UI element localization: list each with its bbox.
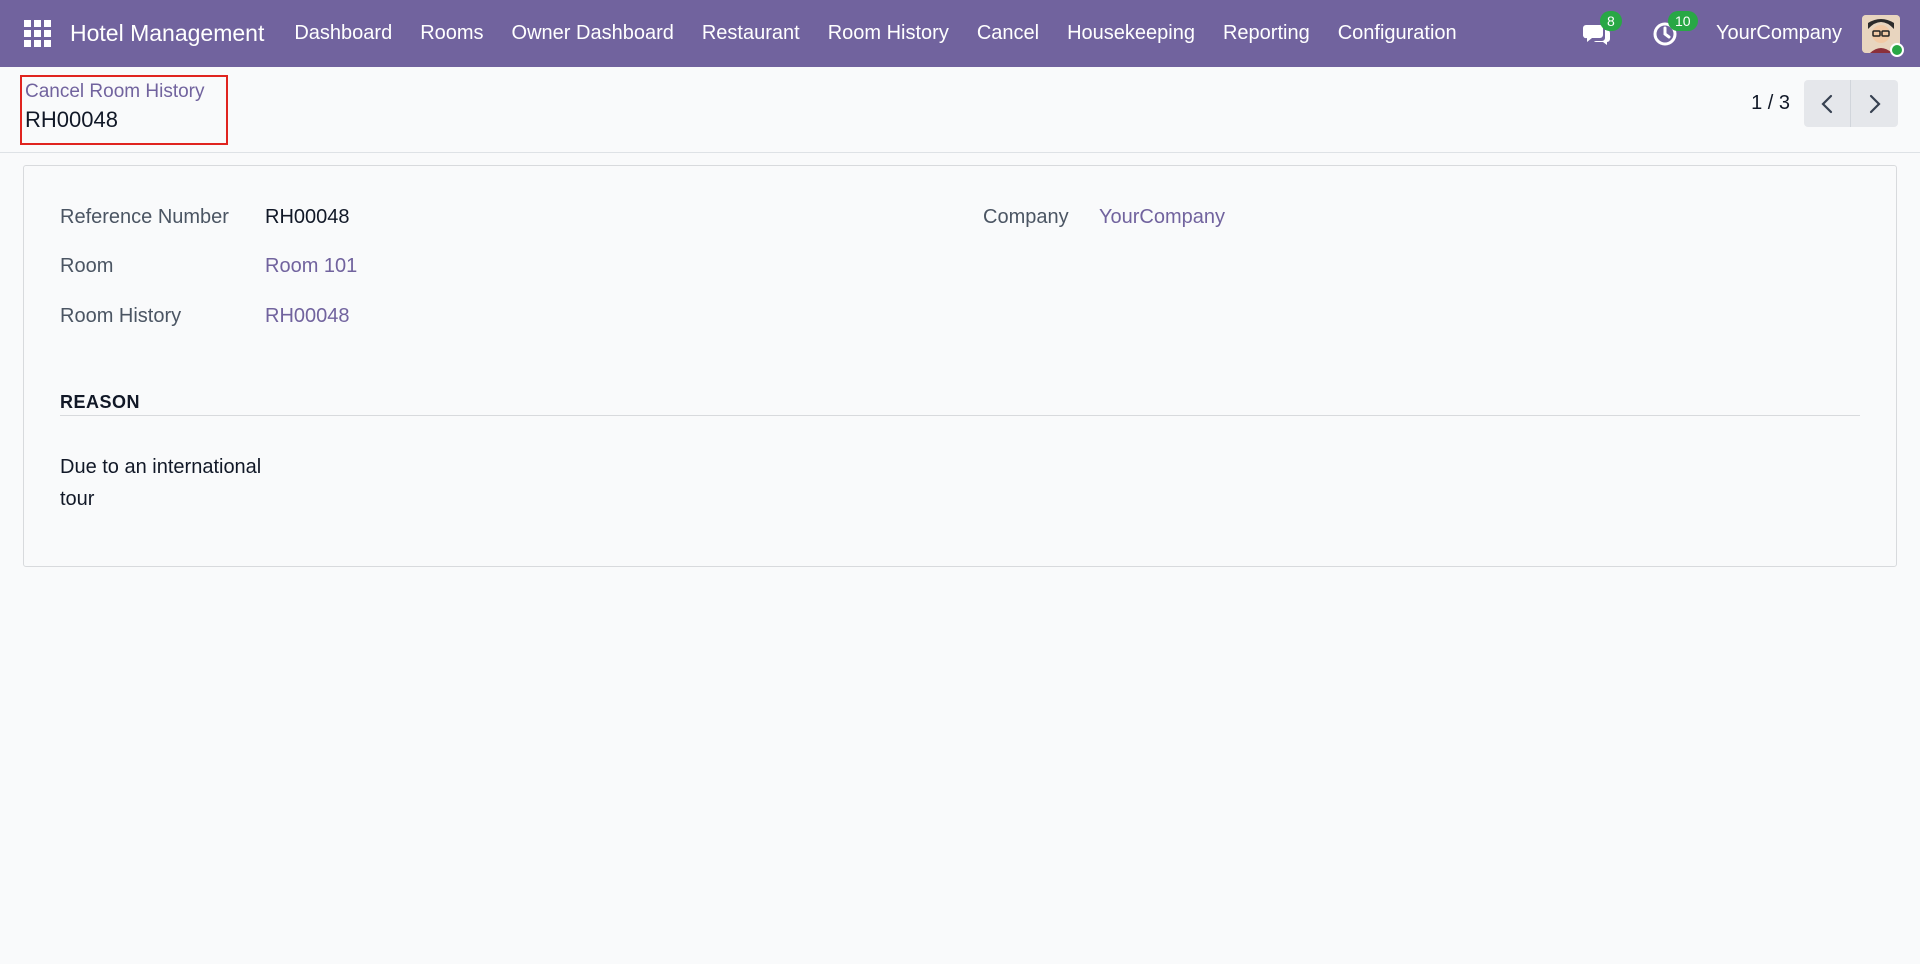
company-link[interactable]: YourCompany bbox=[1099, 206, 1225, 229]
menu-item-configuration[interactable]: Configuration bbox=[1324, 0, 1471, 67]
activity-clock-icon[interactable]: 10 bbox=[1648, 10, 1698, 51]
breadcrumb-current: RH00048 bbox=[25, 107, 118, 132]
menu-item-housekeeping[interactable]: Housekeeping bbox=[1053, 0, 1209, 67]
pager-next-button[interactable] bbox=[1851, 80, 1898, 127]
user-avatar[interactable] bbox=[1862, 14, 1904, 57]
menu-item-dashboard[interactable]: Dashboard bbox=[280, 0, 406, 67]
menu-item-restaurant[interactable]: Restaurant bbox=[688, 0, 814, 67]
chevron-left-icon bbox=[1821, 94, 1833, 113]
reason-line: Due to an international bbox=[60, 456, 262, 478]
app-brand[interactable]: Hotel Management bbox=[70, 20, 264, 47]
messages-badge: 8 bbox=[1599, 10, 1622, 31]
activities-badge: 10 bbox=[1667, 10, 1698, 31]
form-sheet: Reference Number RH00048 Room Room 101 R… bbox=[23, 165, 1897, 567]
breadcrumb-parent-link[interactable]: Cancel Room History bbox=[25, 81, 205, 103]
menu-item-owner-dashboard[interactable]: Owner Dashboard bbox=[498, 0, 688, 67]
room-history-label: Room History bbox=[60, 305, 182, 327]
company-switcher[interactable]: YourCompany bbox=[1716, 22, 1842, 45]
menu-item-rooms[interactable]: Rooms bbox=[406, 0, 497, 67]
systray: 8 10 YourCompany bbox=[1580, 0, 1920, 67]
online-status-indicator bbox=[1890, 42, 1904, 57]
pager-previous-button[interactable] bbox=[1804, 80, 1851, 127]
control-panel: Cancel Room History RH00048 1 / 3 bbox=[0, 67, 1920, 153]
pager-value[interactable]: 1 / 3 bbox=[1751, 92, 1790, 115]
reason-line: tour bbox=[60, 488, 95, 510]
record-pager: 1 / 3 bbox=[1751, 80, 1898, 127]
breadcrumb: Cancel Room History RH00048 bbox=[20, 75, 228, 145]
messages-icon[interactable]: 8 bbox=[1580, 10, 1622, 51]
top-navbar: Hotel Management Dashboard Rooms Owner D… bbox=[0, 0, 1920, 67]
room-label: Room bbox=[60, 255, 114, 277]
company-label: Company bbox=[983, 206, 1069, 228]
reference-number-value: RH00048 bbox=[265, 206, 350, 228]
main-menu: Dashboard Rooms Owner Dashboard Restaura… bbox=[280, 0, 1470, 67]
menu-item-cancel[interactable]: Cancel bbox=[963, 0, 1053, 67]
room-link[interactable]: Room 101 bbox=[265, 255, 357, 278]
chevron-right-icon bbox=[1869, 94, 1881, 113]
reason-text: Due to an international tour bbox=[60, 451, 300, 515]
reference-number-label: Reference Number bbox=[60, 206, 229, 228]
reason-section-title: REASON bbox=[60, 392, 141, 412]
menu-item-reporting[interactable]: Reporting bbox=[1209, 0, 1324, 67]
app-grid-icon[interactable] bbox=[24, 19, 52, 48]
menu-item-room-history[interactable]: Room History bbox=[814, 0, 963, 67]
section-divider bbox=[60, 415, 1860, 416]
room-history-link[interactable]: RH00048 bbox=[265, 305, 350, 328]
